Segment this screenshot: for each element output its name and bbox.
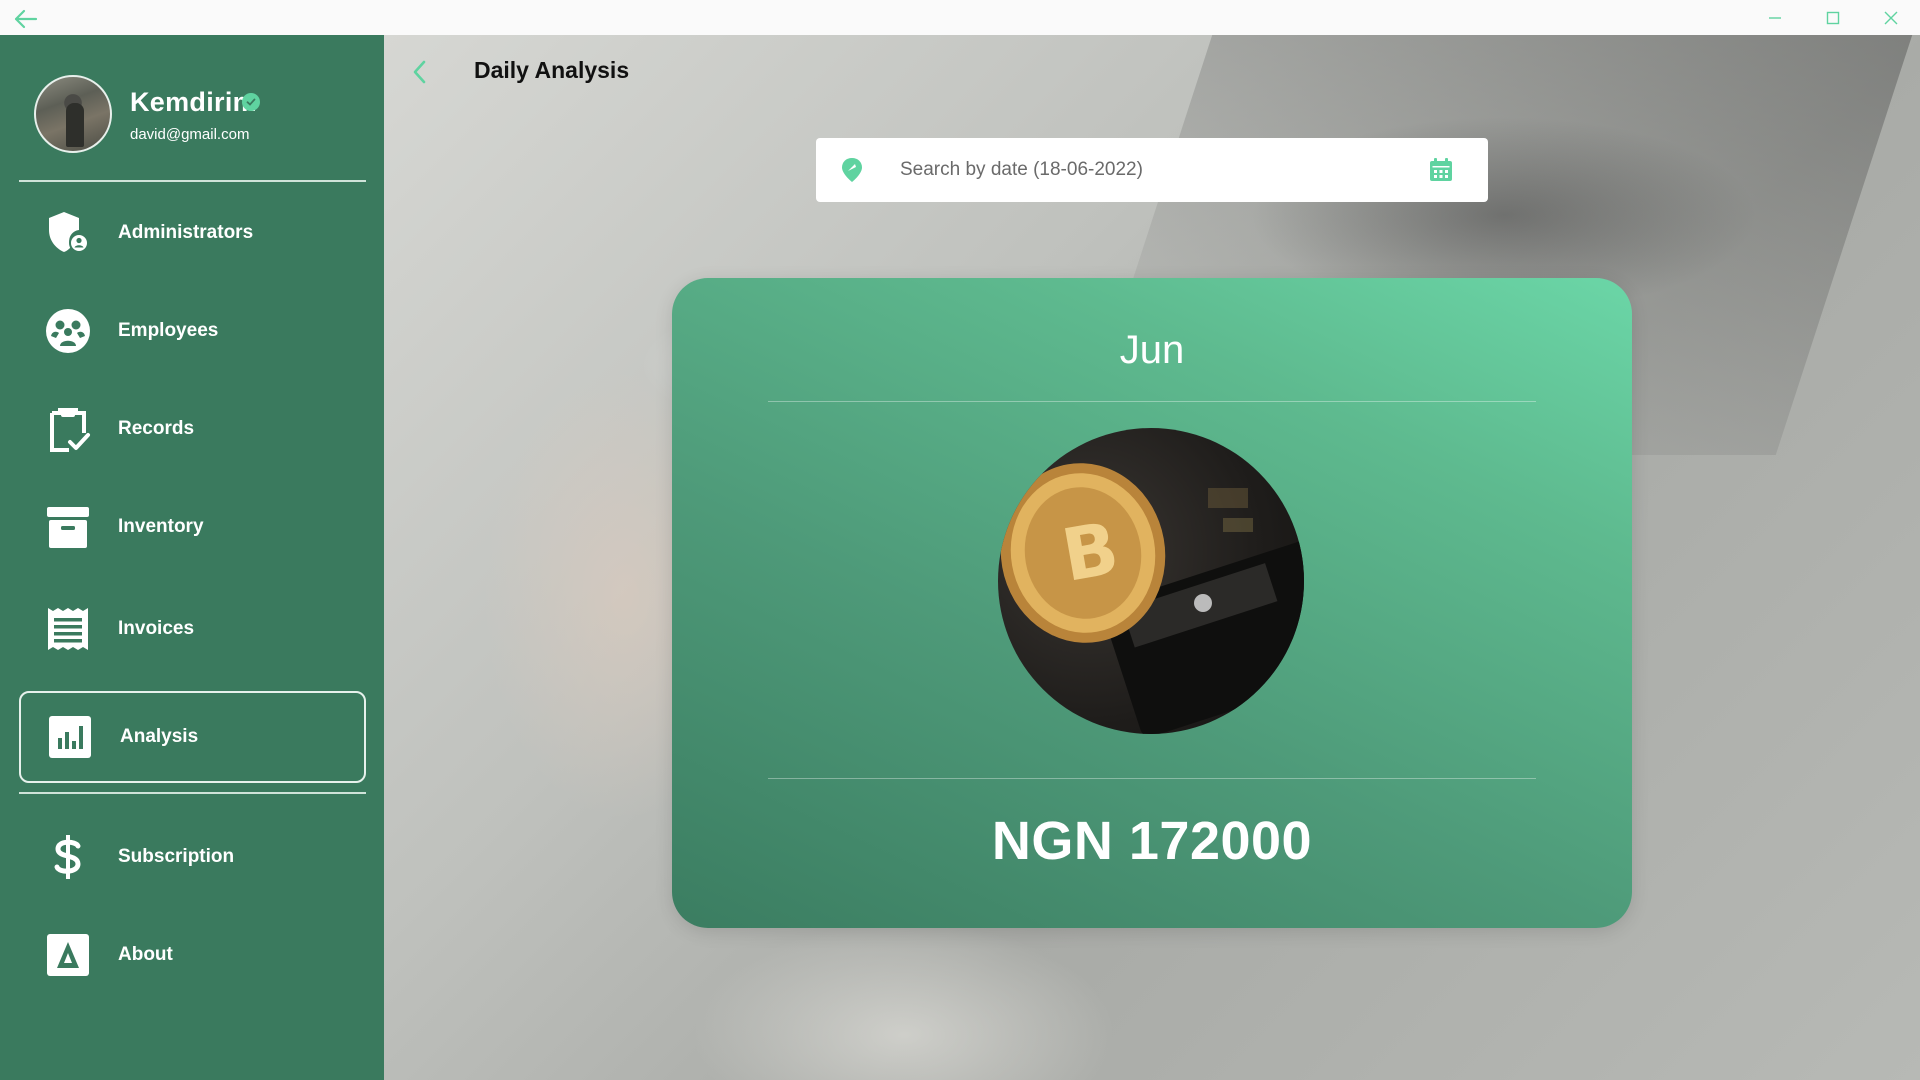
divider	[768, 401, 1536, 402]
main-content: Daily Analysis Jun	[384, 35, 1920, 1080]
avatar[interactable]	[34, 75, 112, 153]
location-pin-icon	[842, 158, 862, 182]
clipboard-check-icon	[50, 408, 90, 452]
sidebar-item-subscription[interactable]: Subscription	[19, 811, 366, 903]
bitcoin-image: B	[998, 428, 1304, 734]
divider	[768, 778, 1536, 779]
sidebar-item-label: About	[118, 944, 173, 965]
calendar-icon[interactable]	[1428, 157, 1454, 183]
bar-chart-icon	[49, 716, 91, 758]
sidebar-item-about[interactable]: About	[19, 909, 366, 1001]
chevron-left-icon[interactable]	[408, 57, 432, 87]
sidebar-item-label: Administrators	[118, 222, 254, 243]
divider	[19, 180, 366, 182]
sidebar-item-records[interactable]: Records	[19, 383, 366, 475]
verified-check-icon	[242, 93, 260, 111]
receipt-icon	[48, 608, 88, 650]
sidebar-item-invoices[interactable]: Invoices	[19, 583, 366, 675]
profile: Kemdirim david@gmail.com	[34, 75, 364, 153]
sidebar-item-administrators[interactable]: Administrators	[19, 187, 366, 279]
analysis-card[interactable]: Jun B NGN 172000	[672, 278, 1632, 928]
app-logo-icon	[47, 934, 89, 976]
maximize-icon[interactable]	[1804, 0, 1862, 35]
search-input[interactable]	[900, 150, 1400, 190]
card-month: Jun	[1119, 328, 1185, 372]
sidebar-item-inventory[interactable]: Inventory	[19, 481, 366, 573]
dollar-icon	[54, 835, 81, 879]
profile-email: david@gmail.com	[130, 126, 250, 143]
profile-name: Kemdirim	[130, 87, 257, 117]
sidebar-item-analysis[interactable]: Analysis	[19, 691, 366, 783]
search-bar	[816, 138, 1488, 202]
arrow-left-icon[interactable]	[12, 8, 40, 30]
sidebar-item-label: Subscription	[118, 846, 235, 867]
sidebar-item-label: Employees	[118, 320, 219, 341]
page-title: Daily Analysis	[474, 57, 630, 83]
divider	[19, 792, 366, 794]
minimize-icon[interactable]	[1746, 0, 1804, 35]
sidebar-item-label: Records	[118, 418, 195, 439]
people-circle-icon	[46, 309, 90, 353]
shield-user-icon	[49, 212, 89, 253]
close-icon[interactable]	[1862, 0, 1920, 35]
sidebar-item-label: Inventory	[118, 516, 204, 537]
card-amount: NGN 172000	[991, 811, 1313, 871]
archive-box-icon	[47, 507, 89, 548]
title-bar	[0, 0, 1920, 35]
sidebar: Kemdirim david@gmail.com Administrators …	[0, 35, 384, 1080]
sidebar-item-employees[interactable]: Employees	[19, 285, 366, 377]
sidebar-item-label: Analysis	[120, 726, 199, 747]
sidebar-item-label: Invoices	[118, 618, 195, 639]
